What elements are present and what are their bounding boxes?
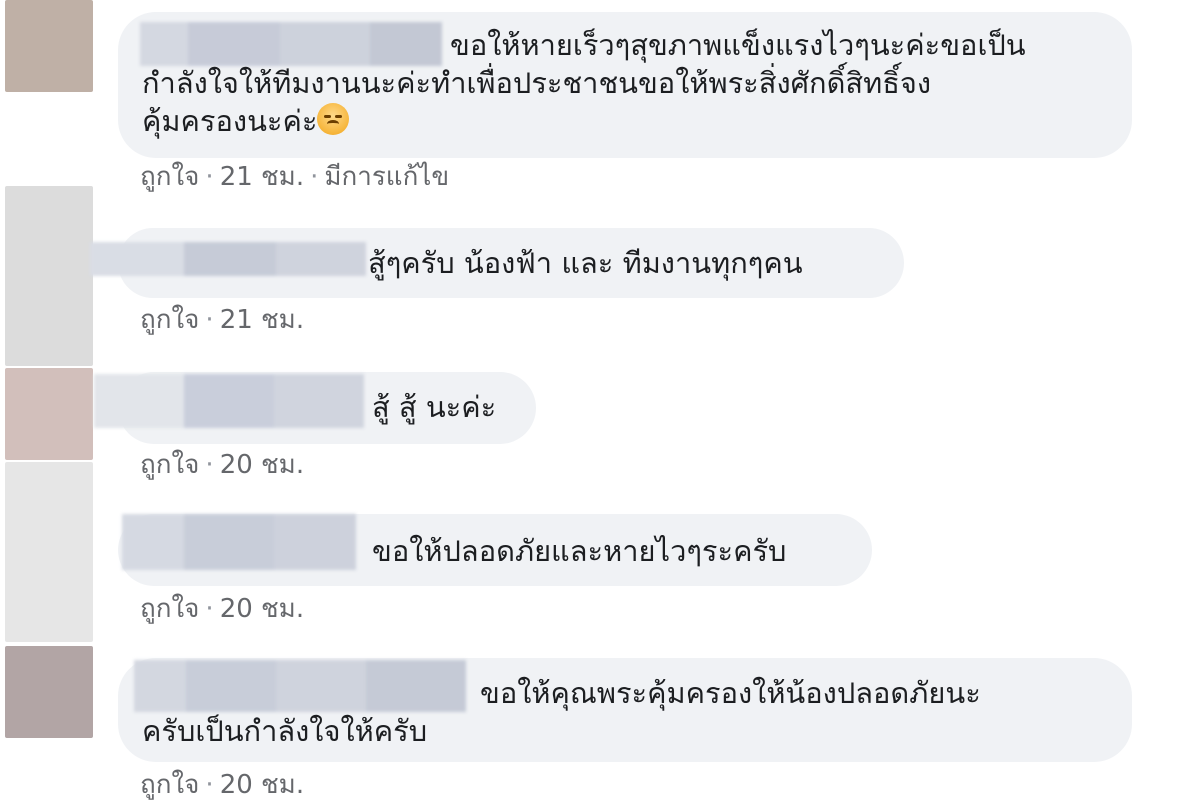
comment-text-line: ขอให้คุณพระคุ้มครองให้น้องปลอดภัยนะ [480,676,981,710]
avatar[interactable] [5,186,93,366]
timestamp[interactable]: 20 ชม. [220,770,304,800]
commenter-name-redacted[interactable] [140,22,442,66]
timestamp[interactable]: 21 ชม. [220,162,304,192]
separator-dot: · [310,162,319,192]
separator-dot: · [205,770,214,800]
timestamp[interactable]: 20 ชม. [220,450,304,480]
like-link[interactable]: ถูกใจ [140,162,199,192]
comment-meta: ถูกใจ · 21 ชม. · มีการแก้ไข [140,160,449,194]
edited-label[interactable]: มีการแก้ไข [324,162,449,192]
comment-meta: ถูกใจ · 20 ชม. [140,448,304,482]
comment-text-line: คุ้มครองนะค่ะ [142,102,350,140]
commenter-name-redacted[interactable] [94,374,364,428]
comment-bubble: ขอให้คุณพระคุ้มครองให้น้องปลอดภัยนะ ครับ… [118,658,1132,762]
like-link[interactable]: ถูกใจ [140,450,199,480]
separator-dot: · [205,594,214,624]
comment-text-line: ครับเป็นกำลังใจให้ครับ [142,714,428,748]
comment-meta: ถูกใจ · 20 ชม. [140,768,304,802]
comment-text: สู้ๆครับ น้องฟ้า และ ทีมงานทุกๆคน [368,246,803,280]
avatar[interactable] [5,462,93,642]
avatar[interactable] [5,368,93,460]
timestamp[interactable]: 20 ชม. [220,594,304,624]
comment-text-line: ขอให้หายเร็วๆสุขภาพแข็งแรงไวๆนะค่ะขอเป็น [450,28,1026,62]
timestamp[interactable]: 21 ชม. [220,305,304,335]
comment-meta: ถูกใจ · 20 ชม. [140,592,304,626]
worried-face-emoji-icon [317,103,350,135]
comment-bubble: ขอให้หายเร็วๆสุขภาพแข็งแรงไวๆนะค่ะขอเป็น… [118,12,1132,158]
comment-bubble: ขอให้ปลอดภัยและหายไวๆระครับ [118,514,872,586]
comment-text-line: กำลังใจให้ทีมงานนะค่ะทำเพื่อประชาชนขอให้… [142,66,932,100]
comment-thread: ขอให้หายเร็วๆสุขภาพแข็งแรงไวๆนะค่ะขอเป็น… [0,0,1200,811]
like-link[interactable]: ถูกใจ [140,594,199,624]
comment-text: สู้ สู้ นะค่ะ [372,390,497,424]
comment-text: ขอให้ปลอดภัยและหายไวๆระครับ [372,534,787,568]
comment-meta: ถูกใจ · 21 ชม. [140,303,304,337]
like-link[interactable]: ถูกใจ [140,305,199,335]
comment-bubble: สู้ๆครับ น้องฟ้า และ ทีมงานทุกๆคน [90,228,904,298]
commenter-name-redacted[interactable] [122,514,356,570]
commenter-name-redacted[interactable] [90,242,366,276]
separator-dot: · [205,162,214,192]
avatar[interactable] [5,0,93,92]
separator-dot: · [205,305,214,335]
commenter-name-redacted[interactable] [134,660,466,712]
comment-bubble: สู้ สู้ นะค่ะ [94,372,536,444]
like-link[interactable]: ถูกใจ [140,770,199,800]
separator-dot: · [205,450,214,480]
avatar[interactable] [5,646,93,738]
comment-text-fragment: คุ้มครองนะค่ะ [142,104,318,138]
